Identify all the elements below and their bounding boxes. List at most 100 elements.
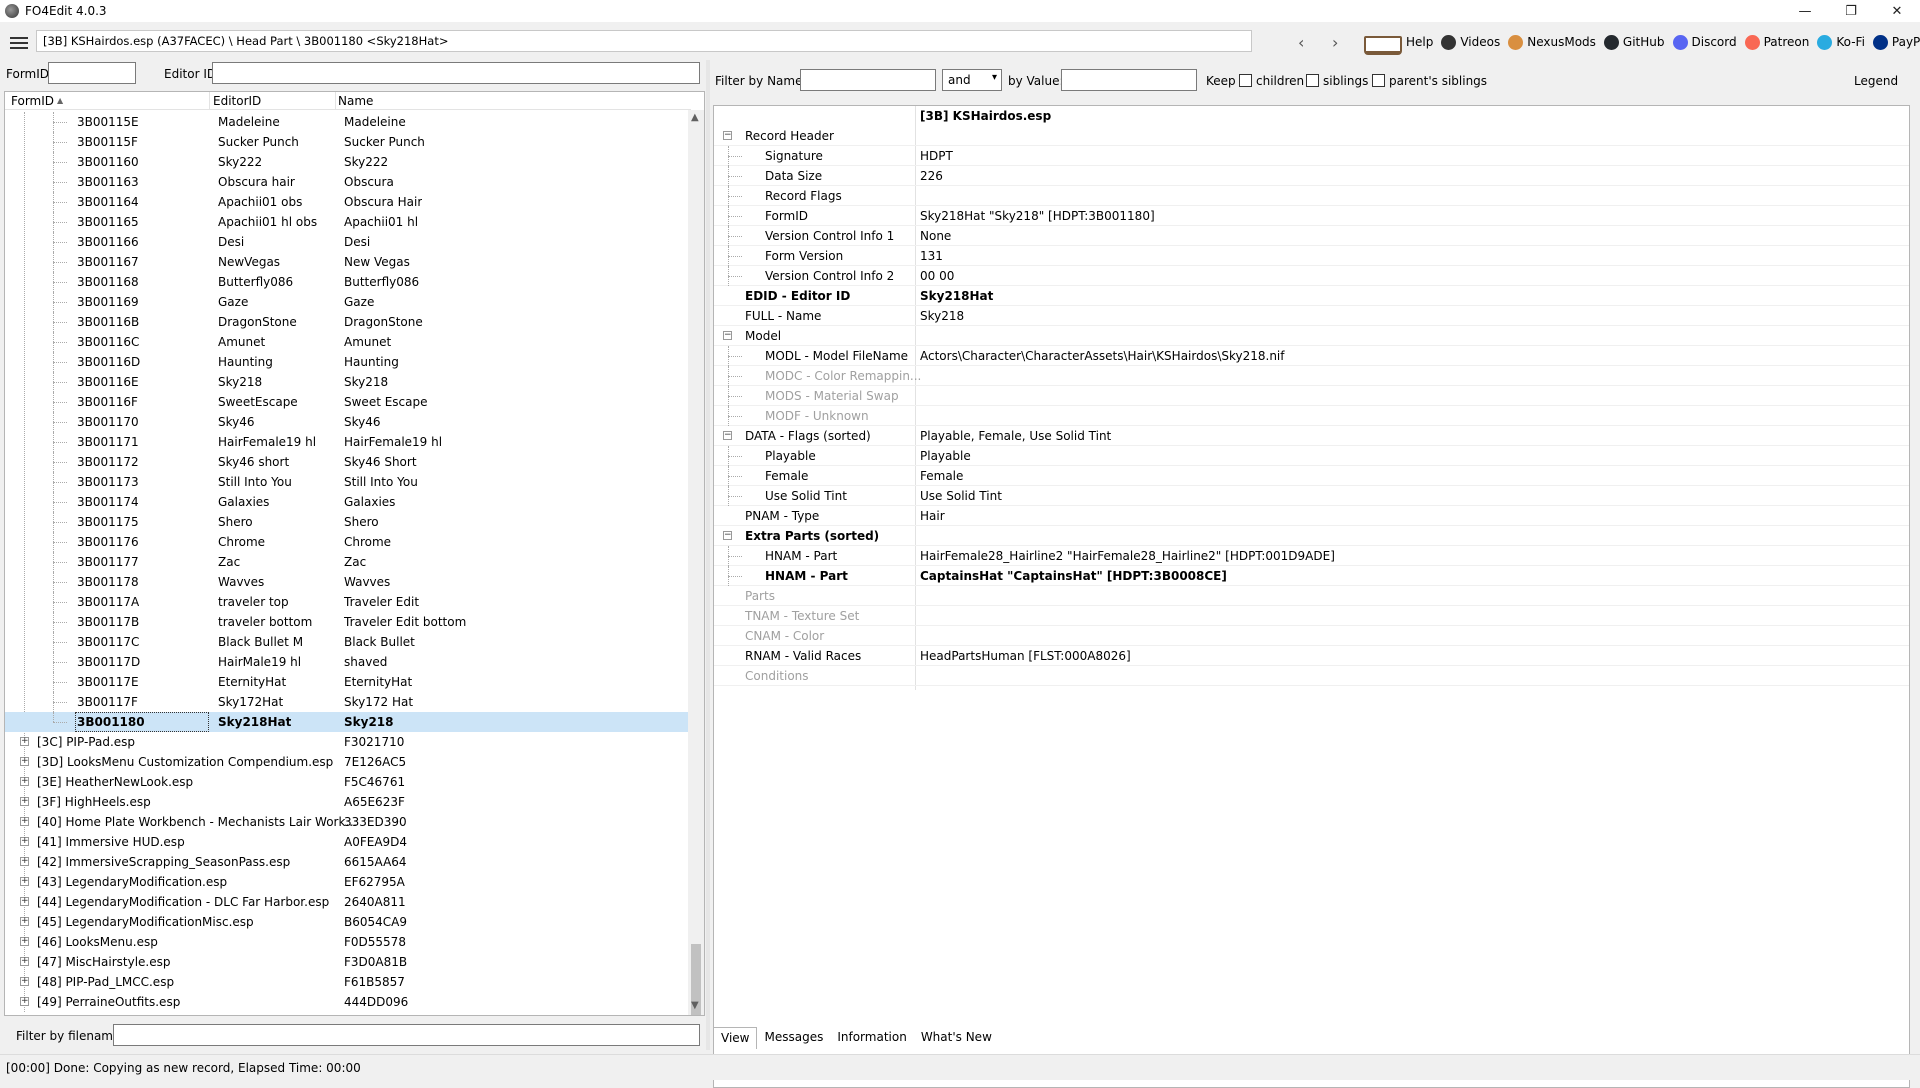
table-row[interactable]: 3B001173 Still Into You Still Into You: [5, 472, 689, 492]
minimize-button[interactable]: —: [1782, 0, 1828, 22]
record-field-row[interactable]: FULL - Name Sky218: [714, 306, 1909, 326]
record-field-row[interactable]: HNAM - Part CaptainsHat "CaptainsHat" [HD…: [714, 566, 1909, 586]
expand-icon[interactable]: +: [20, 877, 29, 886]
link-discord[interactable]: Discord: [1672, 34, 1737, 50]
link-paypal[interactable]: PayPal: [1872, 34, 1920, 50]
record-field-row[interactable]: MODF - Unknown: [714, 406, 1909, 426]
record-field-row[interactable]: − Extra Parts (sorted): [714, 526, 1909, 546]
plugin-row[interactable]: + [45] LegendaryModificationMisc.esp B6054…: [5, 912, 689, 932]
record-field-row[interactable]: Female Female: [714, 466, 1909, 486]
record-field-row[interactable]: EDID - Editor ID Sky218Hat: [714, 286, 1909, 306]
expand-icon[interactable]: +: [20, 817, 29, 826]
keep-children-checkbox[interactable]: [1239, 74, 1252, 87]
table-row[interactable]: 3B00117B traveler bottom Traveler Edit bot…: [5, 612, 689, 632]
record-field-row[interactable]: MODC - Color Remappin...: [714, 366, 1909, 386]
plugin-row[interactable]: + [3E] HeatherNewLook.esp F5C46761: [5, 772, 689, 792]
table-row[interactable]: 3B001171 HairFemale19 hl HairFemale19 hl: [5, 432, 689, 452]
menu-icon[interactable]: [10, 34, 28, 52]
plugin-row[interactable]: + [41] Immersive HUD.esp A0FEA9D4: [5, 832, 689, 852]
link-nexusmods[interactable]: NexusMods: [1508, 34, 1596, 50]
expand-icon[interactable]: +: [20, 977, 29, 986]
expand-icon[interactable]: +: [20, 857, 29, 866]
keep-parents-siblings-checkbox[interactable]: [1372, 74, 1385, 87]
plugin-row[interactable]: + [44] LegendaryModification - DLC Far Ha…: [5, 892, 689, 912]
table-row[interactable]: 3B00116D Haunting Haunting: [5, 352, 689, 372]
record-field-row[interactable]: Parts: [714, 586, 1909, 606]
record-field-row[interactable]: TNAM - Texture Set: [714, 606, 1909, 626]
record-field-row[interactable]: Playable Playable: [714, 446, 1909, 466]
scroll-up-icon[interactable]: ▲: [691, 112, 699, 123]
formid-input[interactable]: [48, 62, 136, 84]
expand-icon[interactable]: +: [20, 897, 29, 906]
table-row[interactable]: 3B001166 Desi Desi: [5, 232, 689, 252]
table-row[interactable]: 3B001175 Shero Shero: [5, 512, 689, 532]
table-row[interactable]: 3B001169 Gaze Gaze: [5, 292, 689, 312]
record-field-row[interactable]: Conditions: [714, 666, 1909, 686]
table-row[interactable]: 3B001164 Apachii01 obs Obscura Hair: [5, 192, 689, 212]
collapse-icon[interactable]: −: [723, 131, 732, 140]
expand-icon[interactable]: +: [20, 757, 29, 766]
filter-name-input[interactable]: [800, 69, 936, 91]
link-ko-fi[interactable]: Ko-Fi: [1817, 34, 1865, 50]
column-name[interactable]: Name: [338, 94, 373, 108]
plugin-row[interactable]: + [49] PerraineOutfits.esp 444DD096: [5, 992, 689, 1012]
expand-icon[interactable]: +: [20, 777, 29, 786]
record-field-row[interactable]: Form Version 131: [714, 246, 1909, 266]
record-field-row[interactable]: Version Control Info 2 00 00: [714, 266, 1909, 286]
plugin-row[interactable]: + [42] ImmersiveScrapping_SeasonPass.esp 6…: [5, 852, 689, 872]
scroll-down-icon[interactable]: ▼: [691, 1000, 699, 1011]
record-field-row[interactable]: Data Size 226: [714, 166, 1909, 186]
table-row[interactable]: 3B001180 Sky218Hat Sky218: [5, 712, 689, 732]
tab-messages[interactable]: Messages: [757, 1027, 830, 1049]
table-row[interactable]: 3B001163 Obscura hair Obscura: [5, 172, 689, 192]
table-row[interactable]: 3B00117A traveler top Traveler Edit: [5, 592, 689, 612]
record-field-row[interactable]: Version Control Info 1 None: [714, 226, 1909, 246]
record-field-row[interactable]: CNAM - Color: [714, 626, 1909, 646]
keep-siblings-checkbox[interactable]: [1306, 74, 1319, 87]
table-row[interactable]: 3B00116F SweetEscape Sweet Escape: [5, 392, 689, 412]
tab-information[interactable]: Information: [830, 1027, 913, 1049]
plugin-row[interactable]: + [3C] PIP-Pad.esp F3021710: [5, 732, 689, 752]
legend-button[interactable]: Legend: [1854, 74, 1898, 88]
expand-icon[interactable]: +: [20, 797, 29, 806]
table-row[interactable]: 3B001177 Zac Zac: [5, 552, 689, 572]
table-row[interactable]: 3B001174 Galaxies Galaxies: [5, 492, 689, 512]
tab-what-s-new[interactable]: What's New: [914, 1027, 999, 1049]
tree-scrollbar[interactable]: ▲ ▼: [688, 110, 704, 1015]
table-row[interactable]: 3B00116E Sky218 Sky218: [5, 372, 689, 392]
table-row[interactable]: 3B00117D HairMale19 hl shaved: [5, 652, 689, 672]
table-row[interactable]: 3B00117E EternityHat EternityHat: [5, 672, 689, 692]
record-field-row[interactable]: MODS - Material Swap: [714, 386, 1909, 406]
plugin-row[interactable]: + [3F] HighHeels.esp A65E623F: [5, 792, 689, 812]
plugin-row[interactable]: + [46] LooksMenu.esp F0D55578: [5, 932, 689, 952]
record-field-row[interactable]: − DATA - Flags (sorted) Playable, Female, …: [714, 426, 1909, 446]
collapse-icon[interactable]: −: [723, 531, 732, 540]
record-path-bar[interactable]: [3B] KSHairdos.esp (A37FACEC) \ Head Par…: [36, 30, 1252, 52]
table-row[interactable]: 3B001167 NewVegas New Vegas: [5, 252, 689, 272]
table-row[interactable]: 3B001176 Chrome Chrome: [5, 532, 689, 552]
record-field-row[interactable]: PNAM - Type Hair: [714, 506, 1909, 526]
filename-filter-input[interactable]: [113, 1024, 700, 1046]
filter-value-input[interactable]: [1061, 69, 1197, 91]
expand-icon[interactable]: +: [20, 937, 29, 946]
table-row[interactable]: 3B00117F Sky172Hat Sky172 Hat: [5, 692, 689, 712]
back-arrow-icon[interactable]: ‹: [1298, 33, 1304, 52]
plugin-row[interactable]: + [43] LegendaryModification.esp EF62795A: [5, 872, 689, 892]
record-field-row[interactable]: Record Flags: [714, 186, 1909, 206]
link-patreon[interactable]: Patreon: [1744, 34, 1809, 50]
record-field-row[interactable]: − Model: [714, 326, 1909, 346]
plugin-row[interactable]: + [3D] LooksMenu Customization Compendium…: [5, 752, 689, 772]
link-videos[interactable]: Videos: [1441, 34, 1500, 50]
table-row[interactable]: 3B001168 Butterfly086 Butterfly086: [5, 272, 689, 292]
collapse-icon[interactable]: −: [723, 431, 732, 440]
table-row[interactable]: 3B00117C Black Bullet M Black Bullet: [5, 632, 689, 652]
expand-icon[interactable]: +: [20, 837, 29, 846]
close-button[interactable]: ✕: [1874, 0, 1920, 22]
plugin-row[interactable]: + [47] MiscHairstyle.esp F3D0A81B: [5, 952, 689, 972]
expand-icon[interactable]: +: [20, 917, 29, 926]
filter-operator-select[interactable]: and ▾: [942, 69, 1002, 91]
record-field-row[interactable]: Use Solid Tint Use Solid Tint: [714, 486, 1909, 506]
record-field-row[interactable]: HNAM - Part HairFemale28_Hairline2 "HairF…: [714, 546, 1909, 566]
link-github[interactable]: GitHub: [1603, 34, 1665, 50]
record-field-row[interactable]: Signature HDPT: [714, 146, 1909, 166]
